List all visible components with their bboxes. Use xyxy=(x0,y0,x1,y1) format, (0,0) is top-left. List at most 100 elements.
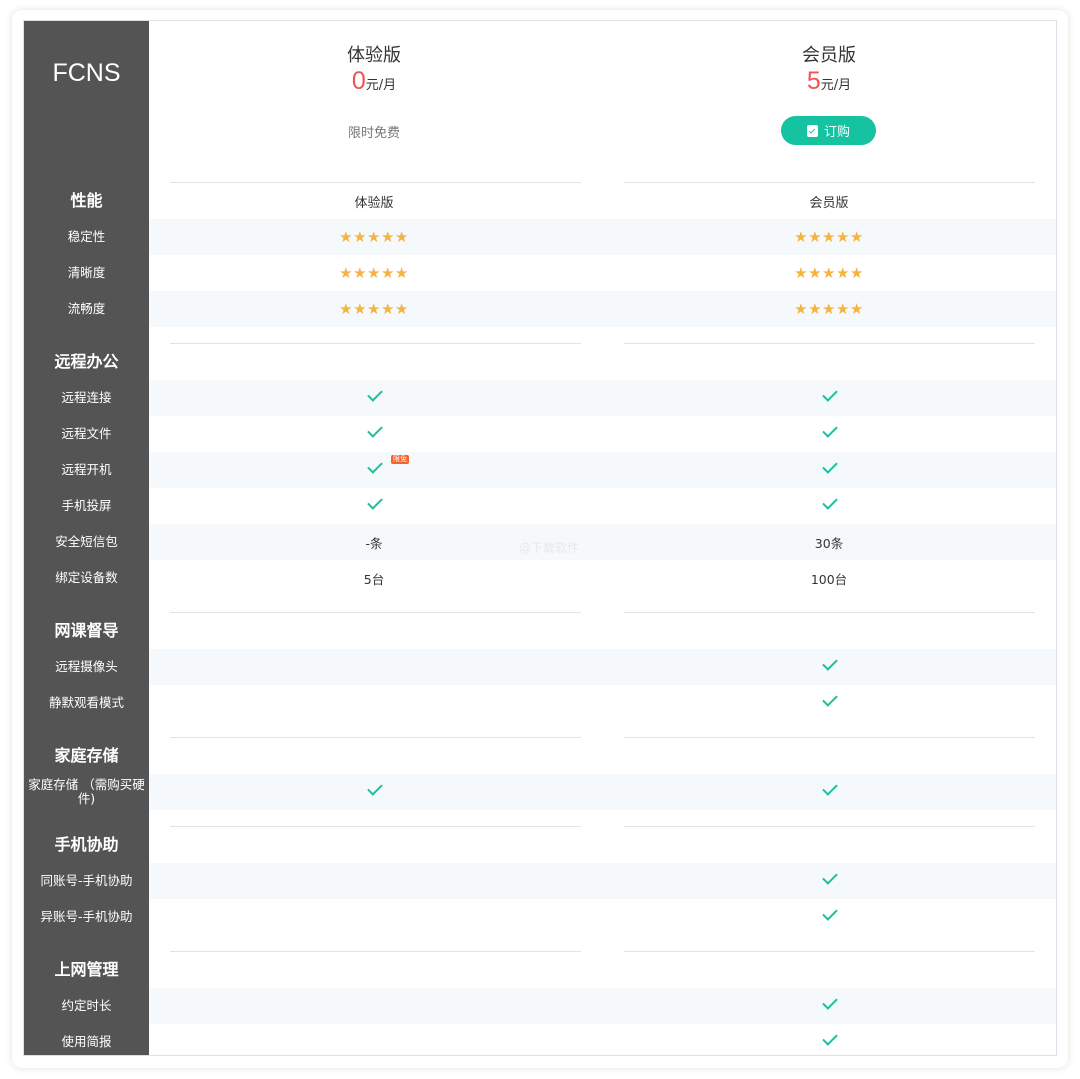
pricing-comparison-table: FCNS 性能 稳定性 清晰度 流畅度 远程办公 远程连接 远程文件 远程开机 手机投屏 安全短信… xyxy=(23,20,1057,1056)
feature-value xyxy=(679,1024,979,1055)
feature-label: 使用简报 xyxy=(61,1034,112,1049)
check-icon xyxy=(364,460,384,480)
section-divider xyxy=(170,737,581,738)
feature-value: ★★★★★ xyxy=(679,219,979,255)
feature-value xyxy=(224,380,524,416)
check-icon xyxy=(364,782,384,802)
section-title: 家庭存储 xyxy=(54,746,119,765)
feature-value xyxy=(679,774,979,810)
plan-name-trial: 体验版 xyxy=(347,45,401,66)
section-title: 网课督导 xyxy=(54,621,119,640)
check-icon xyxy=(819,496,839,516)
check-icon xyxy=(819,907,839,927)
section-title: 性能 xyxy=(70,191,103,210)
feature-label: 约定时长 xyxy=(61,998,112,1013)
feature-value xyxy=(224,988,524,1024)
check-icon xyxy=(819,871,839,891)
plan-price-trial: 0元/月 xyxy=(224,67,524,96)
feature-label: 流畅度 xyxy=(67,301,106,316)
plan-price-member: 5元/月 xyxy=(679,67,979,96)
section-divider xyxy=(170,951,581,952)
feature-value xyxy=(679,988,979,1024)
check-icon xyxy=(364,424,384,444)
value-text: 100台 xyxy=(810,571,848,587)
feature-value xyxy=(679,380,979,416)
section-divider xyxy=(624,343,1035,344)
star-rating: ★★★★★ xyxy=(794,228,864,246)
feature-label: 安全短信包 xyxy=(55,534,118,549)
limited-free-badge: 限免 xyxy=(391,455,409,464)
feature-label: 静默观看模式 xyxy=(48,695,124,710)
section-divider xyxy=(170,612,581,613)
check-icon xyxy=(819,460,839,480)
feature-value xyxy=(224,685,524,721)
feature-label: 远程文件 xyxy=(61,426,112,441)
feature-label: 清晰度 xyxy=(67,265,106,280)
value-text: 5台 xyxy=(363,571,385,587)
value-text: 30条 xyxy=(814,535,844,551)
feature-value xyxy=(224,416,524,452)
feature-value xyxy=(679,488,979,524)
watermark: @下载软件 xyxy=(519,541,580,555)
feature-value xyxy=(224,452,524,488)
star-rating: ★★★★★ xyxy=(339,264,409,282)
section-title: 远程办公 xyxy=(54,352,119,371)
feature-value: -条 xyxy=(224,524,524,560)
check-icon xyxy=(364,496,384,516)
feature-value xyxy=(224,774,524,810)
feature-value xyxy=(679,416,979,452)
check-icon xyxy=(364,388,384,408)
feature-value: 5台 xyxy=(224,560,524,596)
plan-name-member: 会员版 xyxy=(802,45,856,66)
promo-text: 限时免费 xyxy=(347,126,400,141)
section-divider xyxy=(624,951,1035,952)
section-title: 上网管理 xyxy=(54,960,119,979)
feature-label: 远程摄像头 xyxy=(55,659,118,674)
check-icon xyxy=(819,424,839,444)
feature-value xyxy=(679,685,979,721)
subscribe-button[interactable]: 订购 xyxy=(781,116,876,145)
feature-value xyxy=(224,899,524,935)
column-header: 会员版 xyxy=(809,195,849,211)
feature-label: 异账号-手机协助 xyxy=(40,909,133,924)
check-icon xyxy=(819,693,839,713)
check-icon xyxy=(819,782,839,802)
column-header: 体验版 xyxy=(354,195,394,211)
feature-value xyxy=(679,649,979,685)
price-unit: 元/月 xyxy=(365,78,397,93)
check-icon xyxy=(819,388,839,408)
star-rating: ★★★★★ xyxy=(794,264,864,282)
feature-value xyxy=(224,488,524,524)
section-divider xyxy=(624,826,1035,827)
star-rating: ★★★★★ xyxy=(339,228,409,246)
star-rating: ★★★★★ xyxy=(794,300,864,318)
section-divider xyxy=(170,826,581,827)
feature-value xyxy=(679,899,979,935)
brand-logo: FCNS xyxy=(52,59,121,87)
value-text: -条 xyxy=(365,535,383,551)
feature-label: 绑定设备数 xyxy=(55,570,118,585)
star-rating: ★★★★★ xyxy=(339,300,409,318)
section-title: 手机协助 xyxy=(54,835,119,854)
feature-value: ★★★★★ xyxy=(679,255,979,291)
feature-value: ★★★★★ xyxy=(224,219,524,255)
feature-value xyxy=(224,649,524,685)
price-unit: 元/月 xyxy=(820,78,852,93)
feature-label: 手机投屏 xyxy=(61,498,112,513)
clipboard-check-icon xyxy=(806,124,818,137)
feature-value xyxy=(224,863,524,899)
section-divider xyxy=(624,612,1035,613)
feature-value: ★★★★★ xyxy=(224,291,524,327)
feature-label: 同账号-手机协助 xyxy=(40,873,133,888)
price-value: 5 xyxy=(806,67,821,95)
section-divider xyxy=(624,737,1035,738)
feature-value: 30条 xyxy=(679,524,979,560)
feature-label: 家庭存储 （需购买硬件) xyxy=(28,777,145,806)
check-icon xyxy=(819,996,839,1016)
feature-value xyxy=(679,452,979,488)
check-icon xyxy=(819,657,839,677)
feature-value xyxy=(679,863,979,899)
feature-label: 远程连接 xyxy=(61,390,112,405)
subscribe-button-label: 订购 xyxy=(823,125,850,140)
feature-label: 稳定性 xyxy=(67,229,106,244)
